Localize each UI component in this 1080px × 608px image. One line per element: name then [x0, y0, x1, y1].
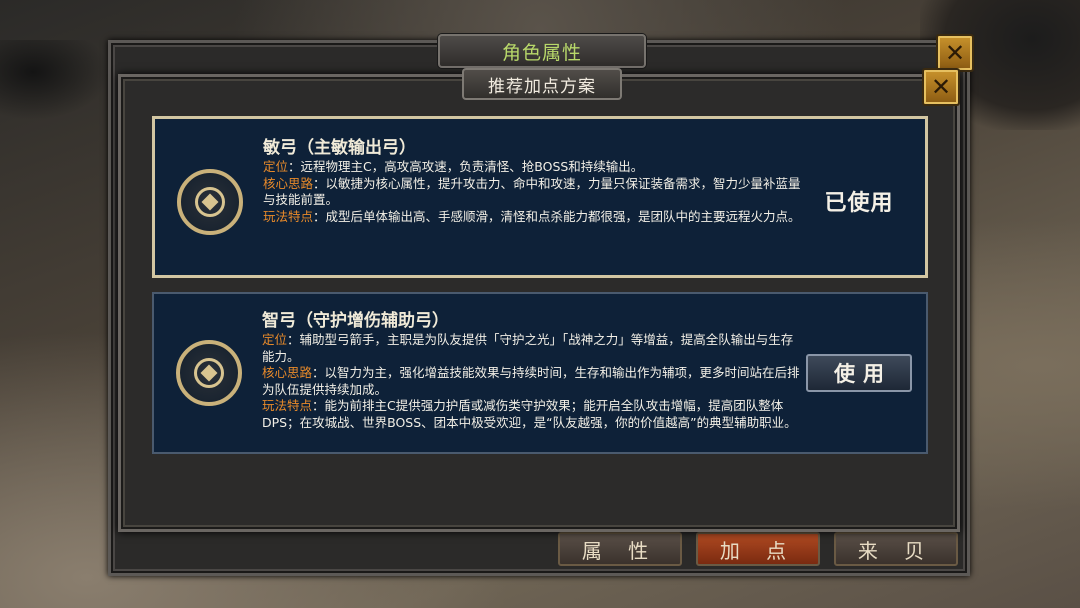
build-card-agility-bow[interactable]: 敏弓（主敏输出弓） 定位：远程物理主C，高攻高攻速，负责清怪、抢BOSS和持续输… [152, 116, 928, 278]
add-points-tab-label: 加 点 [719, 539, 797, 563]
positioning-text: ：辅助型弓箭手，主职是为队友提供「守护之光」「战神之力」等增益，提高全队输出与生… [262, 332, 794, 364]
third-tab-label: 来 贝 [857, 539, 935, 563]
bow-class-emblem-icon [177, 169, 243, 235]
core-idea-label: 核心思路 [262, 365, 313, 380]
playstyle-text: ：能为前排主C提供强力护盾或减伤类守护效果；能开启全队攻击增幅，提高团队整体DP… [262, 398, 797, 430]
build-description: 定位：远程物理主C，高攻高攻速，负责清怪、抢BOSS和持续输出。 核心思路：以敏… [263, 159, 803, 225]
close-icon: ✕ [930, 73, 952, 101]
third-tab-button[interactable]: 来 贝 [834, 532, 958, 566]
close-icon: ✕ [944, 39, 966, 67]
use-build-button[interactable]: 使用 [806, 354, 912, 392]
core-idea-label: 核心思路 [263, 175, 314, 191]
in-use-status: 已使用 [824, 191, 894, 216]
close-recommended-button[interactable]: ✕ [922, 68, 960, 106]
build-title: 智弓（守护增伤辅助弓） [262, 311, 449, 331]
playstyle-label: 玩法特点 [263, 208, 314, 224]
use-build-label: 使用 [834, 362, 892, 386]
close-attributes-button[interactable]: ✕ [936, 34, 974, 72]
attributes-tab-label: 属 性 [581, 539, 659, 563]
build-description: 定位：辅助型弓箭手，主职是为队友提供「守护之光」「战神之力」等增益，提高全队输出… [262, 332, 802, 431]
bow-class-emblem-icon [176, 340, 242, 406]
recommended-points-title: 推荐加点方案 [488, 76, 596, 97]
character-attributes-title: 角色属性 [501, 41, 582, 64]
playstyle-label: 玩法特点 [262, 398, 313, 413]
positioning-label: 定位 [262, 332, 288, 347]
positioning-label: 定位 [263, 159, 289, 174]
playstyle-text: ：成型后单体输出高、手感顺滑，清怪和点杀能力都很强，是团队中的主要远程火力点。 [313, 208, 801, 224]
recommended-points-title-plate: 推荐加点方案 [462, 68, 622, 100]
background-shadow [0, 40, 110, 120]
core-idea-text: ：以智力为主，强化增益技能效果与持续时间，生存和输出作为辅项，更多时间站在后排为… [262, 365, 800, 397]
build-card-intellect-bow[interactable]: 智弓（守护增伤辅助弓） 定位：辅助型弓箭手，主职是为队友提供「守护之光」「战神之… [152, 292, 928, 454]
positioning-text: ：远程物理主C，高攻高攻速，负责清怪、抢BOSS和持续输出。 [288, 159, 644, 174]
character-attributes-title-plate: 角色属性 [438, 34, 646, 68]
add-points-tab-button[interactable]: 加 点 [696, 532, 820, 566]
attributes-tab-button[interactable]: 属 性 [558, 532, 682, 566]
build-title: 敏弓（主敏输出弓） [263, 138, 416, 158]
core-idea-text: ：以敏捷为核心属性，提升攻击力、命中和攻速，力量只保证装备需求，智力少量补蓝量与… [263, 175, 801, 208]
